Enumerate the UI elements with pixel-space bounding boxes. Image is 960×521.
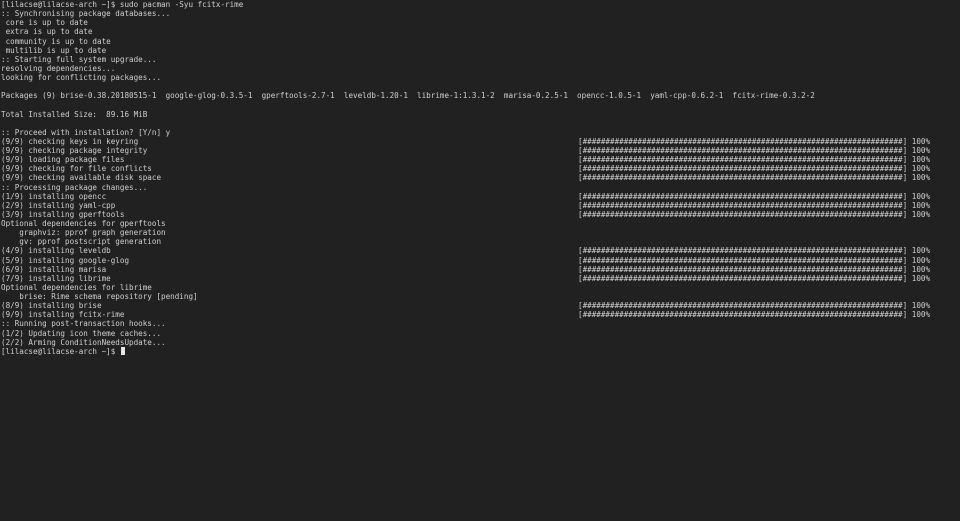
progress-bar: [#######################################… <box>578 301 931 311</box>
output-line: multilib is up to date <box>0 46 960 55</box>
line-text: :: Starting full system upgrade... <box>1 54 157 64</box>
output-line: (2/2) Arming ConditionNeedsUpdate... <box>0 338 960 347</box>
progress-bar: [#######################################… <box>578 173 931 183</box>
line-text: (9/9) installing fcitx-rime <box>1 310 125 320</box>
line-text: (2/9) installing yaml-cpp <box>1 200 116 210</box>
output-line: looking for conflicting packages... <box>0 73 960 82</box>
line-text: (4/9) installing leveldb <box>1 246 111 256</box>
progress-bar: [#######################################… <box>578 209 931 219</box>
output-line: [lilacse@lilacse-arch ~]$ sudo pacman -S… <box>0 0 960 9</box>
line-text: Optional dependencies for gperftools <box>1 219 166 228</box>
output-line: (1/2) Updating icon theme caches... <box>0 329 960 338</box>
output-line: Packages (9) brise-0.38.20180515-1 googl… <box>0 91 960 100</box>
progress-bar: [#######################################… <box>578 155 931 165</box>
line-text: (9/9) checking keys in keyring <box>1 136 139 146</box>
line-text: (3/9) installing gperftools <box>1 209 125 219</box>
terminal-window[interactable]: [lilacse@lilacse-arch ~]$ sudo pacman -S… <box>0 0 960 521</box>
line-text: brise: Rime schema repository [pending] <box>1 292 198 301</box>
line-text: (6/9) installing marisa <box>1 264 107 274</box>
progress-bar: [#######################################… <box>578 164 931 174</box>
line-text: core is up to date <box>1 18 88 28</box>
line-text: multilib is up to date <box>1 45 107 55</box>
output-line: (6/9) installing marisa [################… <box>0 265 960 274</box>
line-text: :: Proceed with installation? [Y/n] y <box>1 127 171 137</box>
line-text: :: Synchronising package databases... <box>1 9 171 19</box>
output-line: (4/9) installing leveldb [###############… <box>0 246 960 255</box>
output-line: :: Running post-transaction hooks... <box>0 319 960 328</box>
line-text: (9/9) checking for file conflicts <box>1 164 152 174</box>
shell-prompt: [lilacse@lilacse-arch ~]$ <box>1 346 120 356</box>
progress-bar: [#######################################… <box>578 246 931 256</box>
output-line: (9/9) checking package integrity [#######… <box>0 146 960 155</box>
line-text: (5/9) installing google-glog <box>1 255 130 265</box>
line-text: :: Processing package changes... <box>1 182 148 192</box>
progress-bar: [#######################################… <box>578 255 931 265</box>
output-line: (1/9) installing opencc [################… <box>0 192 960 201</box>
line-text: (9/9) loading package files <box>1 155 125 165</box>
output-line: (3/9) installing gperftools [############… <box>0 210 960 219</box>
output-line: core is up to date <box>0 18 960 27</box>
line-text: gv: pprof postscript generation <box>1 237 162 247</box>
line-text: (7/9) installing librime <box>1 273 111 283</box>
output-line: (9/9) checking keys in keyring [#########… <box>0 137 960 146</box>
line-text: looking for conflicting packages... <box>1 73 162 82</box>
progress-bar: [#######################################… <box>578 264 931 274</box>
output-line: :: Processing package changes... <box>0 183 960 192</box>
output-line: (9/9) installing fcitx-rime [############… <box>0 310 960 319</box>
output-line: :: Synchronising package databases... <box>0 9 960 18</box>
text-cursor[interactable] <box>120 346 126 355</box>
output-line: resolving dependencies... <box>0 64 960 73</box>
output-line: :: Proceed with installation? [Y/n] y <box>0 128 960 137</box>
line-text: Packages (9) brise-0.38.20180515-1 googl… <box>1 91 815 101</box>
output-line: (9/9) checking for file conflicts [######… <box>0 164 960 173</box>
line-text: community is up to date <box>1 36 111 46</box>
line-text: resolving dependencies... <box>1 63 116 73</box>
line-text: (1/9) installing opencc <box>1 191 107 201</box>
output-line: (8/9) installing brise [#################… <box>0 301 960 310</box>
line-text: extra is up to date <box>1 27 93 37</box>
output-line: Optional dependencies for gperftools <box>0 219 960 228</box>
output-line: graphviz: pprof graph generation <box>0 228 960 237</box>
line-text: graphviz: pprof graph generation <box>1 228 166 238</box>
output-line: gv: pprof postscript generation <box>0 237 960 246</box>
line-text: (8/9) installing brise <box>1 301 102 311</box>
output-line: (7/9) installing librime [###############… <box>0 274 960 283</box>
output-line: extra is up to date <box>0 27 960 36</box>
output-line: (5/9) installing google-glog [###########… <box>0 256 960 265</box>
line-text: [lilacse@lilacse-arch ~]$ sudo pacman -S… <box>1 0 244 9</box>
progress-bar: [#######################################… <box>578 310 931 320</box>
line-text: (9/9) checking package integrity <box>1 146 148 155</box>
output-line: (9/9) checking available disk space [####… <box>0 173 960 182</box>
output-line: Total Installed Size: 89.16 MiB <box>0 110 960 119</box>
output-line: (9/9) loading package files [############… <box>0 155 960 164</box>
terminal-output: [lilacse@lilacse-arch ~]$ sudo pacman -S… <box>0 0 960 356</box>
progress-bar: [#######################################… <box>578 273 931 283</box>
line-text: Optional dependencies for librime <box>1 282 152 292</box>
line-text: (9/9) checking available disk space <box>1 173 162 183</box>
line-text: :: Running post-transaction hooks... <box>1 319 166 329</box>
output-line: (2/9) installing yaml-cpp [##############… <box>0 201 960 210</box>
progress-bar: [#######################################… <box>578 146 931 155</box>
progress-bar: [#######################################… <box>578 136 931 146</box>
line-text: Total Installed Size: 89.16 MiB <box>1 109 148 119</box>
prompt-line: [lilacse@lilacse-arch ~]$ <box>0 346 960 356</box>
output-line: Optional dependencies for librime <box>0 283 960 292</box>
line-text: (2/2) Arming ConditionNeedsUpdate... <box>1 337 166 347</box>
output-line: :: Starting full system upgrade... <box>0 55 960 64</box>
progress-bar: [#######################################… <box>578 191 931 201</box>
output-line: brise: Rime schema repository [pending] <box>0 292 960 301</box>
line-text: (1/2) Updating icon theme caches... <box>1 328 162 338</box>
output-line: community is up to date <box>0 37 960 46</box>
progress-bar: [#######################################… <box>578 200 931 210</box>
